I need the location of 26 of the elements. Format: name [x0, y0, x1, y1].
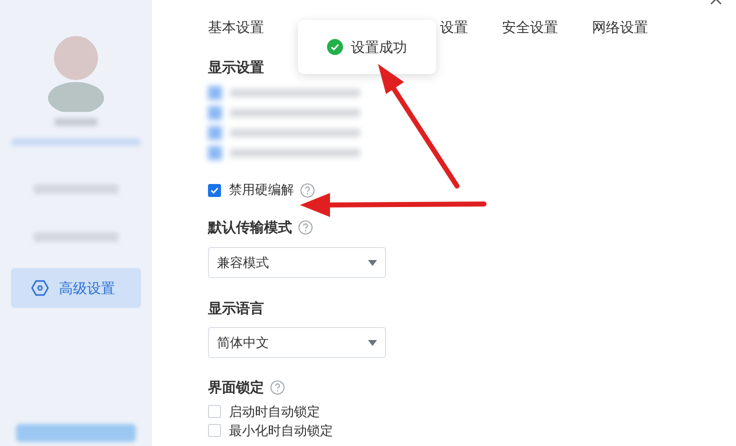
section-title: 默认传输模式 — [208, 218, 292, 237]
tab[interactable]: 设置 — [440, 16, 468, 38]
tab[interactable]: 网络设置 — [592, 16, 648, 38]
checkbox[interactable] — [208, 184, 221, 196]
help-icon[interactable] — [270, 380, 285, 395]
checkbox[interactable] — [208, 424, 221, 437]
section-title: 显示设置 — [208, 58, 265, 77]
caret-icon — [368, 260, 377, 266]
checkbox-label: 最小化时自动锁定 — [229, 422, 333, 440]
toast: 设置成功 — [298, 20, 436, 74]
dropdown[interactable]: 简体中文 — [208, 327, 386, 358]
check-circle-icon — [327, 39, 343, 55]
checkbox[interactable] — [208, 405, 221, 418]
checkbox-label: 启动时自动锁定 — [229, 402, 320, 421]
help-icon[interactable] — [298, 220, 313, 235]
tab[interactable]: 安全设置 — [502, 16, 558, 38]
checkbox-label: 禁用硬编解 — [229, 181, 294, 200]
tab[interactable]: 基本设置 — [208, 16, 264, 38]
section-title: 显示语言 — [208, 299, 265, 318]
dropdown[interactable]: 兼容模式 — [208, 247, 386, 278]
blurred-name — [54, 118, 98, 126]
caret-icon — [368, 340, 377, 346]
sidebar-item[interactable]: 高级设置 — [11, 268, 141, 308]
hexagon-gear-icon — [31, 279, 49, 297]
section-title: 界面锁定 — [208, 378, 264, 397]
help-icon[interactable] — [300, 182, 315, 198]
